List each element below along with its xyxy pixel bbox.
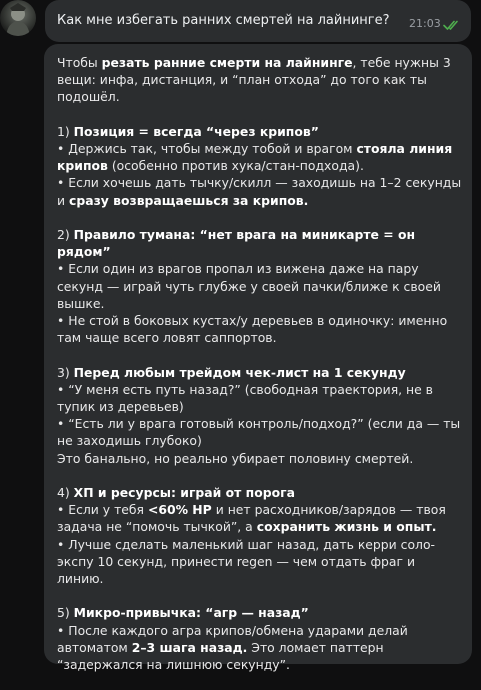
section-1: 1) Позиция = всегда “через крипов” • Держ… <box>57 123 463 209</box>
assistant-message-bubble[interactable]: Чтобы резать ранние смерти на лайнинге, … <box>44 44 472 672</box>
text-span: • Не стой в боковых кустах/у деревьев в … <box>57 313 448 346</box>
section-5: 5) Микро-привычка: “агр — назад” • После … <box>57 604 463 673</box>
bold-span: сохранить жизнь и опыт. <box>256 519 437 535</box>
section-4: 4) ХП и ресурсы: играй от порога • Если у… <box>57 484 463 587</box>
text-span: • Лучше сделать маленький шаг назад, дат… <box>57 536 436 587</box>
message-timestamp: 21:03 <box>409 17 441 30</box>
assistant-message-text: Чтобы резать ранние смерти на лайнинге, … <box>57 54 463 690</box>
section-3: 3) Перед любым трейдом чек-лист на 1 сек… <box>57 364 463 467</box>
section-number: 2) <box>57 227 74 242</box>
bold-span: 2–3 шага назад. <box>131 639 248 655</box>
text-span: Чтобы <box>57 55 102 70</box>
section-title: Микро-привычка: “агр — назад” <box>73 605 309 621</box>
text-span: Это банально, но реально убирает половин… <box>57 450 414 466</box>
bold-span: сразу возвращаешься за крипов. <box>69 192 309 208</box>
intro-paragraph: Чтобы резать ранние смерти на лайнинге, … <box>57 54 463 106</box>
section-number: 1) <box>57 123 74 139</box>
text-span: • Если один из врагов пропал из вижена д… <box>57 261 441 311</box>
text-span: (особенно против хука/стан-подхода). <box>107 158 364 174</box>
user-message-text: Как мне избегать ранних смертей на лайни… <box>57 13 390 28</box>
text-span: • Держись так, чтобы между тобой и враго… <box>57 141 357 156</box>
section-number: 5) <box>57 605 74 621</box>
section-title: ХП и ресурсы: играй от порога <box>73 485 295 501</box>
section-title: Правило тумана: “нет врага на миникарте … <box>57 227 416 260</box>
text-span: • “У меня есть путь назад?” (свободная т… <box>57 381 433 415</box>
bold-span: <60% HP <box>147 502 212 518</box>
user-message-bubble[interactable]: Как мне избегать ранних смертей на лайни… <box>45 0 471 42</box>
section-title: Позиция = всегда “через крипов” <box>73 123 319 139</box>
user-avatar[interactable] <box>0 0 36 36</box>
section-title: Перед любым трейдом чек-лист на 1 секунд… <box>73 364 406 380</box>
bold-span: резать ранние смерти на лайнинге <box>101 55 353 70</box>
section-number: 4) <box>57 485 74 501</box>
text-span: • Если у тебя <box>57 502 148 518</box>
double-check-icon <box>443 16 461 35</box>
text-span: • “Есть ли у врага готовый контроль/подх… <box>57 416 461 449</box>
section-number: 3) <box>57 364 74 380</box>
section-2: 2) Правило тумана: “нет врага на миникар… <box>57 226 463 346</box>
